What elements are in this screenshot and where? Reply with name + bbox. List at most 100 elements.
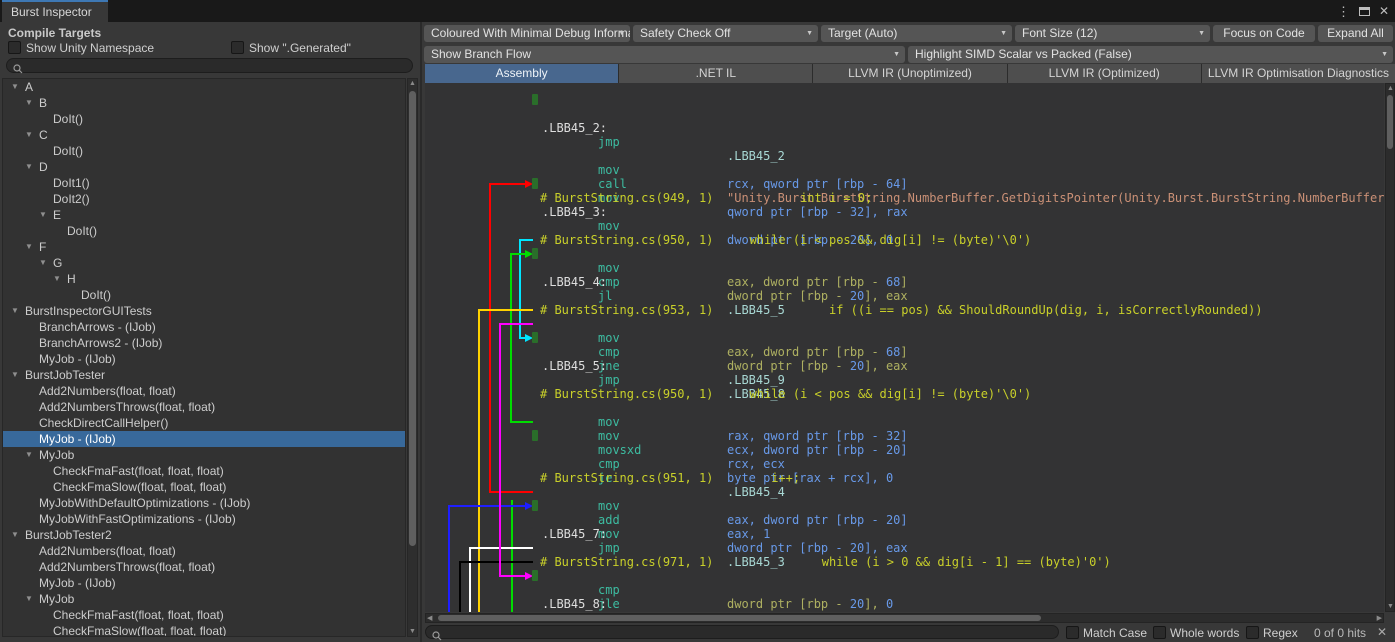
tree-row[interactable]: ▼CheckFmaSlow(float, float, float): [3, 623, 405, 637]
match-case-checkbox[interactable]: [1066, 626, 1079, 639]
tree-row[interactable]: ▼DoIt2(): [3, 191, 405, 207]
block-marker-icon: [532, 570, 538, 581]
tree-scrollbar-thumb[interactable]: [409, 91, 416, 546]
tree-row[interactable]: ▼DoIt(): [3, 143, 405, 159]
foldout-triangle-icon[interactable]: ▼: [39, 207, 53, 223]
code-vertical-scrollbar[interactable]: ▲ ▼: [1385, 83, 1395, 612]
tree-row[interactable]: ▼BranchArrows - (IJob): [3, 319, 405, 335]
foldout-triangle-icon[interactable]: ▼: [25, 239, 39, 255]
font-size-dropdown[interactable]: Font Size (12): [1015, 25, 1210, 42]
tree-row[interactable]: ▼G: [3, 255, 405, 271]
scroll-left-icon[interactable]: ◀: [427, 614, 432, 622]
code-line: cmp dword ptr [rbp - 20], eax: [425, 219, 1384, 233]
foldout-triangle-icon[interactable]: ▼: [25, 127, 39, 143]
focus-on-code-button[interactable]: Focus on Code: [1213, 25, 1315, 42]
foldout-triangle-icon[interactable]: ▼: [25, 591, 39, 607]
tree-row[interactable]: ▼CheckFmaSlow(float, float, float): [3, 479, 405, 495]
tree-row[interactable]: ▼F: [3, 239, 405, 255]
code-vscroll-thumb[interactable]: [1387, 95, 1393, 149]
tree-row[interactable]: ▼MyJob - (IJob): [3, 351, 405, 367]
foldout-triangle-icon[interactable]: ▼: [11, 303, 25, 319]
tree-row[interactable]: ▼MyJob: [3, 447, 405, 463]
tree-row[interactable]: ▼MyJob: [3, 591, 405, 607]
tree-row[interactable]: ▼H: [3, 271, 405, 287]
tree-row[interactable]: ▼Add2NumbersThrows(float, float): [3, 399, 405, 415]
scroll-down-icon[interactable]: ▼: [1386, 603, 1395, 610]
code-line: add eax, 1: [425, 457, 1384, 471]
tree-row[interactable]: ▼Add2NumbersThrows(float, float): [3, 559, 405, 575]
maximize-icon[interactable]: [1359, 7, 1370, 16]
tree-row[interactable]: ▼Add2Numbers(float, float): [3, 543, 405, 559]
view-tab-label: LLVM IR (Optimized): [1049, 66, 1160, 80]
foldout-triangle-icon[interactable]: ▼: [53, 271, 67, 287]
tree-row[interactable]: ▼DoIt(): [3, 287, 405, 303]
view-tab[interactable]: LLVM IR (Optimized): [1008, 64, 1202, 83]
code-line: # BurstString.cs(953, 1) if ((i == pos) …: [425, 583, 1384, 597]
tree-row[interactable]: ▼BurstInspectorGUITests: [3, 303, 405, 319]
tree-row[interactable]: ▼CheckFmaFast(float, float, float): [3, 607, 405, 623]
target-dropdown[interactable]: Target (Auto): [821, 25, 1012, 42]
tree-row-label: CheckFmaFast(float, float, float): [53, 608, 224, 622]
tree-row[interactable]: ▼A: [3, 79, 405, 95]
tree-row[interactable]: ▼DoIt1(): [3, 175, 405, 191]
tree-row[interactable]: ▼CheckFmaFast(float, float, float): [3, 463, 405, 479]
code-hscroll-thumb[interactable]: [438, 615, 1041, 621]
scroll-right-icon[interactable]: ▶: [1377, 614, 1382, 622]
code-line: .LBB45_2:: [425, 93, 1384, 107]
close-icon[interactable]: ✕: [1379, 4, 1389, 18]
scroll-up-icon[interactable]: ▲: [408, 80, 417, 87]
code-horizontal-scrollbar[interactable]: ◀ ▶: [425, 613, 1384, 623]
branch-flow-dropdown[interactable]: Show Branch Flow: [424, 46, 905, 63]
tree-row[interactable]: ▼BurstJobTester: [3, 367, 405, 383]
foldout-triangle-icon[interactable]: ▼: [11, 527, 25, 543]
expand-all-button[interactable]: Expand All: [1318, 25, 1393, 42]
view-tab[interactable]: LLVM IR (Unoptimized): [813, 64, 1007, 83]
tree-row[interactable]: ▼MyJobWithDefaultOptimizations - (IJob): [3, 495, 405, 511]
show-generated-checkbox[interactable]: [231, 41, 244, 54]
regex-checkbox[interactable]: [1246, 626, 1259, 639]
foldout-triangle-icon[interactable]: ▼: [11, 367, 25, 383]
scroll-down-icon[interactable]: ▼: [408, 628, 417, 635]
debug-info-dropdown[interactable]: Coloured With Minimal Debug Information: [424, 25, 630, 42]
panel-splitter[interactable]: [420, 22, 422, 642]
tree-row[interactable]: ▼DoIt(): [3, 111, 405, 127]
tab-burst-inspector[interactable]: Burst Inspector: [2, 0, 108, 22]
simd-highlight-dropdown[interactable]: Highlight SIMD Scalar vs Packed (False): [908, 46, 1393, 63]
foldout-triangle-icon[interactable]: ▼: [25, 95, 39, 111]
tree-row[interactable]: ▼BurstJobTester2: [3, 527, 405, 543]
targets-search-input[interactable]: [6, 58, 413, 73]
tree-scrollbar[interactable]: ▲ ▼: [407, 78, 418, 637]
assembly-code-view[interactable]: jmp .LBB45_2 .LBB45_2: mov rcx, qword pt…: [425, 83, 1384, 612]
tree-row[interactable]: ▼DoIt(): [3, 223, 405, 239]
view-tab[interactable]: LLVM IR Optimisation Diagnostics: [1202, 64, 1395, 83]
tree-row-label: MyJobWithFastOptimizations - (IJob): [39, 512, 236, 526]
menu-kebab-icon[interactable]: ⋮: [1337, 5, 1350, 18]
tree-row-label: MyJob - (IJob): [39, 352, 116, 366]
block-marker-icon: [532, 94, 538, 105]
foldout-triangle-icon[interactable]: ▼: [11, 79, 25, 95]
show-unity-namespace-checkbox[interactable]: [8, 41, 21, 54]
tree-row[interactable]: ▼Add2Numbers(float, float): [3, 383, 405, 399]
search-close-icon[interactable]: ✕: [1377, 625, 1387, 639]
code-line: mov ecx, dword ptr [rbp - 20]: [425, 373, 1384, 387]
foldout-triangle-icon[interactable]: ▼: [25, 159, 39, 175]
tree-row[interactable]: ▼CheckDirectCallHelper(): [3, 415, 405, 431]
tree-row[interactable]: ▼MyJob - (IJob): [3, 431, 405, 447]
view-tab[interactable]: .NET IL: [619, 64, 813, 83]
safety-check-dropdown[interactable]: Safety Check Off: [633, 25, 818, 42]
view-tab[interactable]: Assembly: [425, 64, 619, 83]
tree-row[interactable]: ▼C: [3, 127, 405, 143]
view-tab-label: Assembly: [496, 66, 548, 80]
whole-words-checkbox[interactable]: [1153, 626, 1166, 639]
code-search-input[interactable]: [425, 625, 1059, 639]
tree-row[interactable]: ▼MyJob - (IJob): [3, 575, 405, 591]
code-line: .LBB45_3:: [425, 177, 1384, 191]
tree-row[interactable]: ▼BranchArrows2 - (IJob): [3, 335, 405, 351]
tree-row[interactable]: ▼B: [3, 95, 405, 111]
tree-row[interactable]: ▼MyJobWithFastOptimizations - (IJob): [3, 511, 405, 527]
foldout-triangle-icon[interactable]: ▼: [39, 255, 53, 271]
tree-row[interactable]: ▼E: [3, 207, 405, 223]
foldout-triangle-icon[interactable]: ▼: [25, 447, 39, 463]
tree-row[interactable]: ▼D: [3, 159, 405, 175]
scroll-up-icon[interactable]: ▲: [1386, 85, 1395, 92]
